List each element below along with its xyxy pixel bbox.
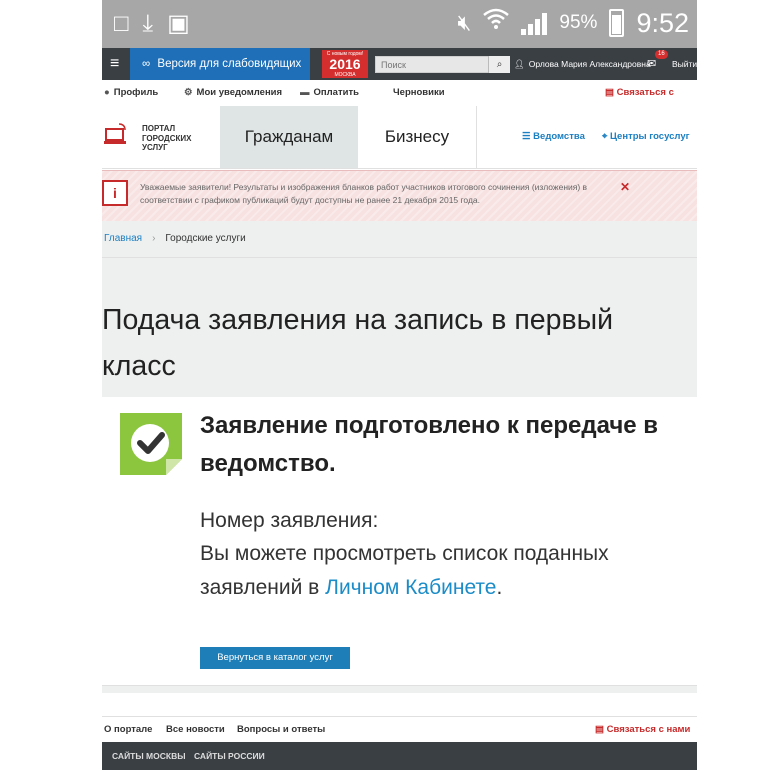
user-menu[interactable]: 👤︎ Орлова Мария Александровна bbox=[514, 48, 651, 80]
footer-news[interactable]: Все новости bbox=[166, 717, 225, 743]
portal-header: ПОРТАЛ ГОРОДСКИХ УСЛУГ Гражданам Бизнесу… bbox=[102, 106, 697, 169]
logout-link[interactable]: Выйти bbox=[672, 48, 697, 80]
user-name: Орлова Мария Александровна bbox=[528, 59, 651, 69]
list-icon: ☰ bbox=[522, 131, 531, 142]
new-year-logo[interactable]: С новым годом! 2016 МОСКВА bbox=[322, 50, 368, 78]
status-bar: □ ⤓ ▣ 🔇︎ 95% 9:52 bbox=[102, 0, 697, 48]
clock: 9:52 bbox=[636, 8, 689, 38]
alert-banner: i Уважаемые заявители! Результаты и изоб… bbox=[102, 170, 697, 222]
status-notifications: □ ⤓ ▣ bbox=[114, 10, 190, 38]
mail-badge: 16 bbox=[655, 50, 668, 59]
logo-year: 2016 bbox=[329, 56, 361, 72]
sub-nav: ● Профиль ⚙ Мои уведомления ▬ Оплатить Черн… bbox=[102, 80, 697, 124]
portal-name-line-3: УСЛУГ bbox=[142, 143, 168, 152]
battery-percent: 95% bbox=[559, 12, 598, 33]
footer-sites: САЙТЫ МОСКВЫ САЙТЫ РОССИИ bbox=[102, 742, 697, 770]
result-card: Заявление подготовлено к передаче в ведо… bbox=[102, 397, 697, 686]
result-text: Вы можете просмотреть список поданных за… bbox=[200, 537, 680, 605]
search-icon[interactable]: ⌕ bbox=[488, 56, 510, 73]
result-heading: Заявление подготовлено к передаче в ведо… bbox=[200, 412, 659, 477]
pay-label: Оплатить bbox=[313, 87, 359, 98]
chat-icon: ▤ bbox=[605, 87, 614, 98]
signal-icon bbox=[521, 11, 548, 35]
back-to-catalog-button[interactable]: Вернуться в каталог услуг bbox=[200, 647, 350, 669]
location-icon: ⌖ bbox=[602, 131, 608, 142]
breadcrumb-separator: › bbox=[152, 233, 156, 244]
breadcrumb: Главная › Городские услуги bbox=[102, 221, 697, 258]
logo-caption-bottom: МОСКВА bbox=[334, 72, 356, 78]
info-icon: i bbox=[102, 180, 128, 206]
profile-link[interactable]: ● Профиль bbox=[104, 80, 158, 106]
battery-icon bbox=[609, 9, 625, 37]
close-icon[interactable]: ✕ bbox=[620, 180, 630, 194]
sites-russia-link[interactable]: САЙТЫ РОССИИ bbox=[194, 742, 265, 770]
accessibility-label: Версия для слабовидящих bbox=[157, 58, 302, 70]
portal-name-line-1: ПОРТАЛ bbox=[142, 124, 176, 133]
footer-about[interactable]: О портале bbox=[104, 717, 152, 743]
page-title: Подача заявления на запись в первый клас… bbox=[102, 304, 614, 383]
pay-link[interactable]: ▬ Оплатить bbox=[300, 80, 359, 106]
notifications-label: Мои уведомления bbox=[196, 87, 283, 98]
chat-icon: ▤ bbox=[595, 724, 604, 735]
download-icon: ⤓ bbox=[142, 10, 154, 37]
contact-link-bottom[interactable]: ▤ Связаться с нами bbox=[595, 717, 690, 743]
gear-icon: ⚙ bbox=[184, 87, 193, 98]
request-number-label: Номер заявления: bbox=[200, 509, 379, 532]
breadcrumb-home[interactable]: Главная bbox=[104, 233, 142, 244]
sites-moscow-link[interactable]: САЙТЫ МОСКВЫ bbox=[112, 742, 186, 770]
user-profile-icon: ● bbox=[104, 87, 110, 98]
image-icon: ▣ bbox=[167, 10, 190, 37]
departments-label: Ведомства bbox=[533, 131, 585, 142]
menu-icon[interactable]: ≡ bbox=[110, 56, 119, 72]
laptop-icon[interactable] bbox=[104, 123, 126, 147]
portal-logo-text[interactable]: ПОРТАЛ ГОРОДСКИХ УСЛУГ bbox=[142, 124, 191, 153]
wifi-icon bbox=[483, 8, 510, 38]
alert-text: Уважаемые заявители! Результаты и изобра… bbox=[140, 182, 588, 205]
checkmark-icon bbox=[120, 413, 182, 475]
tab-citizens[interactable]: Гражданам bbox=[220, 106, 358, 168]
footer-faq[interactable]: Вопросы и ответы bbox=[237, 717, 325, 743]
user-icon: 👤︎ bbox=[514, 59, 525, 69]
personal-account-link[interactable]: Личном Кабинете bbox=[325, 576, 496, 599]
breadcrumb-current: Городские услуги bbox=[165, 233, 246, 244]
portal-name-line-2: ГОРОДСКИХ bbox=[142, 133, 192, 143]
top-nav: ≡ ∞ Версия для слабовидящих С новым годо… bbox=[102, 48, 697, 80]
departments-link[interactable]: ☰ Ведомства bbox=[522, 106, 585, 168]
mail-icon[interactable]: ✉ 16 bbox=[647, 50, 668, 72]
footer-links: О портале Все новости Вопросы и ответы ▤… bbox=[102, 716, 697, 743]
mute-icon: 🔇︎ bbox=[457, 10, 472, 35]
phone-screen: □ ⤓ ▣ 🔇︎ 95% 9:52 ≡ ∞ Версия для слабови… bbox=[102, 0, 697, 770]
accessibility-button[interactable]: ∞ Версия для слабовидящих bbox=[130, 48, 310, 80]
tab-business[interactable]: Бизнесу bbox=[358, 106, 477, 168]
status-system: 🔇︎ 95% 9:52 bbox=[458, 8, 689, 38]
service-centers-link[interactable]: ⌖ Центры госуслуг bbox=[602, 106, 690, 168]
profile-label: Профиль bbox=[113, 87, 159, 98]
device-check-icon: □ bbox=[114, 10, 129, 37]
result-text-suffix: . bbox=[496, 576, 503, 599]
card-icon: ▬ bbox=[300, 87, 310, 98]
service-centers-label: Центры госуслуг bbox=[610, 131, 690, 142]
drafts-link[interactable]: Черновики bbox=[393, 80, 445, 106]
glasses-icon: ∞ bbox=[142, 58, 151, 70]
notifications-link[interactable]: ⚙ Мои уведомления bbox=[184, 80, 282, 106]
contact-label-bottom: Связаться с нами bbox=[606, 724, 691, 735]
